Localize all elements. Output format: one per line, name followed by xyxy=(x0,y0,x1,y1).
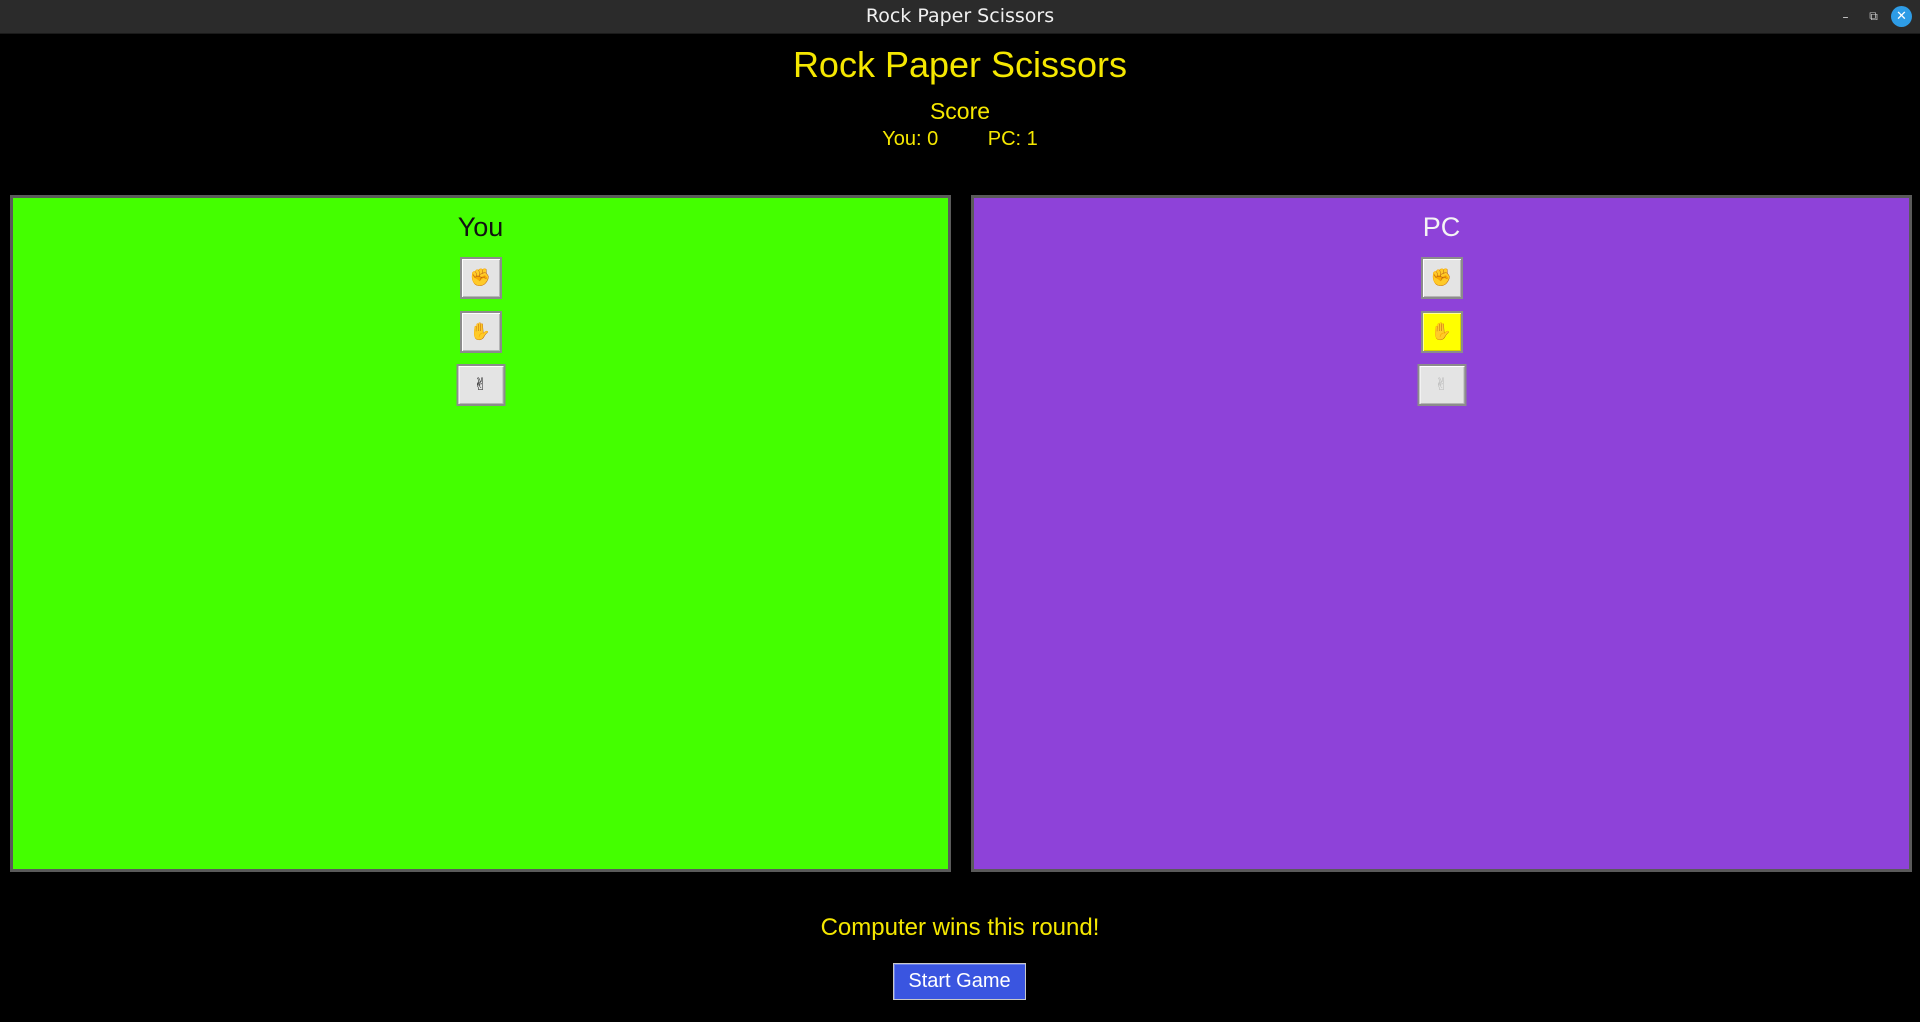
start-game-button[interactable]: Start Game xyxy=(893,963,1026,1000)
maximize-icon[interactable]: ⧉ xyxy=(1863,6,1884,27)
pc-scissors-button: ✌ xyxy=(1417,364,1466,406)
close-icon[interactable]: ✕ xyxy=(1891,6,1912,27)
rock-icon: ✊ xyxy=(1430,268,1453,288)
player-panel: You ✊ ✋ ✌ xyxy=(10,195,951,872)
round-result-message: Computer wins this round! xyxy=(820,914,1100,941)
score-line: You: 0 PC: 1 xyxy=(0,126,1920,152)
pc-score: PC: 1 xyxy=(987,128,1038,150)
scissors-icon: ✌ xyxy=(473,375,488,395)
game-title: Rock Paper Scissors xyxy=(792,44,1128,85)
player-scissors-button[interactable]: ✌ xyxy=(456,364,505,406)
minimize-icon[interactable]: – xyxy=(1835,6,1856,27)
paper-icon: ✋ xyxy=(1430,322,1453,342)
pc-panel: PC ✊ ✋ ✌ xyxy=(971,195,1912,872)
player-panel-title: You xyxy=(457,212,504,242)
game-window: Rock Paper Scissors Score You: 0 PC: 1 Y… xyxy=(0,34,1920,1022)
rock-icon: ✊ xyxy=(469,268,492,288)
player-rock-button[interactable]: ✊ xyxy=(459,257,502,299)
pc-panel-title: PC xyxy=(1422,212,1461,242)
scissors-icon: ✌ xyxy=(1434,375,1449,395)
player-paper-button[interactable]: ✋ xyxy=(459,311,502,353)
score-heading: Score xyxy=(929,98,991,124)
player-score: You: 0 xyxy=(882,128,939,150)
pc-paper-button-selected: ✋ xyxy=(1420,311,1463,353)
window-titlebar: Rock Paper Scissors – ⧉ ✕ xyxy=(0,0,1920,34)
window-title: Rock Paper Scissors xyxy=(865,5,1055,27)
pc-rock-button: ✊ xyxy=(1420,257,1463,299)
paper-icon: ✋ xyxy=(469,322,492,342)
